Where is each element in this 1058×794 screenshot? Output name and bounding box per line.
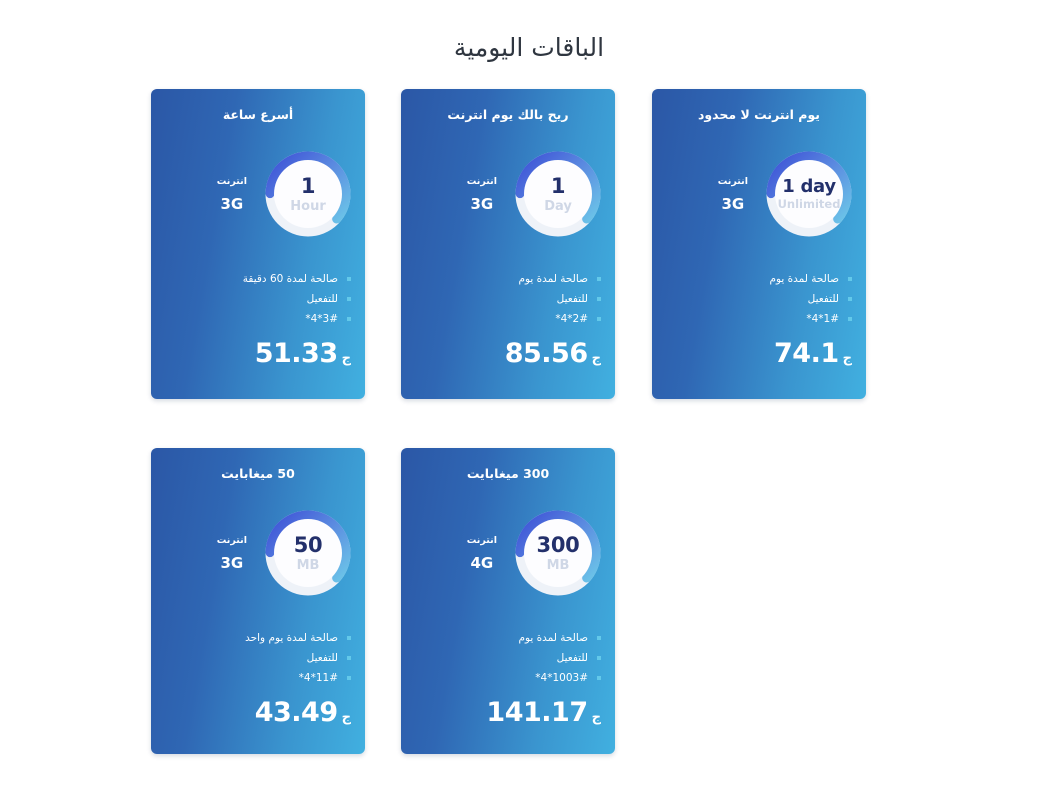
package-card[interactable]: 300 ميغابايت 300 MB انترنت 4G صالحة لمدة… bbox=[401, 448, 615, 754]
speed-value: 3G bbox=[220, 194, 244, 213]
feature-item: صالحة لمدة 60 دقيقة bbox=[165, 269, 351, 289]
feature-list: صالحة لمدة يوم للتفعيل *4*1003# bbox=[401, 602, 615, 688]
daily-packages-page: الباقات اليومية يوم انترنت لا محدود 1 da… bbox=[0, 0, 1058, 794]
package-title: ريح بالك يوم انترنت bbox=[447, 107, 569, 122]
gauge-value: 300 bbox=[536, 532, 580, 557]
feature-list: صالحة لمدة يوم للتفعيل *4*2# bbox=[401, 243, 615, 329]
gauge-unit: MB bbox=[546, 557, 570, 573]
gauge-value: 50 bbox=[293, 532, 323, 557]
usage-gauge: 1 Hour bbox=[265, 151, 351, 237]
speed-block: انترنت 3G bbox=[467, 176, 497, 213]
feature-item: صالحة لمدة يوم واحد bbox=[165, 628, 351, 648]
price-row: ج 85.56 bbox=[401, 329, 615, 369]
gauge-center: 1 Day bbox=[524, 160, 592, 228]
speed-value: 3G bbox=[220, 553, 244, 572]
package-card[interactable]: ريح بالك يوم انترنت 1 Day انترنت 3G صالح… bbox=[401, 89, 615, 399]
feature-list: صالحة لمدة يوم للتفعيل *4*1# bbox=[652, 243, 866, 329]
package-title: 50 ميغابايت bbox=[221, 466, 295, 481]
feature-item: صالحة لمدة يوم bbox=[415, 628, 601, 648]
price-amount: 85.56 bbox=[504, 338, 588, 369]
usage-gauge: 1 Day bbox=[515, 151, 601, 237]
feature-item: للتفعيل bbox=[165, 289, 351, 309]
package-gauge-row: 1 day Unlimited انترنت 3G bbox=[652, 123, 866, 243]
usage-gauge: 1 day Unlimited bbox=[766, 151, 852, 237]
price-amount: 74.1 bbox=[774, 338, 839, 369]
speed-label: انترنت bbox=[466, 534, 497, 546]
package-gauge-row: 1 Day انترنت 3G bbox=[401, 123, 615, 243]
speed-label: انترنت bbox=[216, 534, 247, 546]
price-currency: ج bbox=[842, 351, 852, 366]
speed-block: انترنت 3G bbox=[718, 176, 748, 213]
feature-item: للتفعيل bbox=[415, 648, 601, 668]
speed-value: 3G bbox=[470, 194, 494, 213]
gauge-value: 1 bbox=[300, 173, 316, 198]
feature-item: للتفعيل bbox=[165, 648, 351, 668]
gauge-unit: Day bbox=[544, 198, 572, 214]
feature-list: صالحة لمدة يوم واحد للتفعيل *4*11# bbox=[151, 602, 365, 688]
speed-value: 3G bbox=[721, 194, 745, 213]
feature-item: للتفعيل bbox=[415, 289, 601, 309]
package-gauge-row: 50 MB انترنت 3G bbox=[151, 482, 365, 602]
price-currency: ج bbox=[341, 351, 351, 366]
price-row: ج 51.33 bbox=[151, 329, 365, 369]
feature-item: صالحة لمدة يوم bbox=[666, 269, 852, 289]
feature-item-ussd-code: *4*1003# bbox=[415, 668, 601, 688]
feature-item-ussd-code: *4*11# bbox=[165, 668, 351, 688]
packages-grid: يوم انترنت لا محدود 1 day Unlimited انتر… bbox=[151, 89, 866, 754]
package-gauge-row: 300 MB انترنت 4G bbox=[401, 482, 615, 602]
gauge-center: 1 day Unlimited bbox=[775, 160, 843, 228]
page-title: الباقات اليومية bbox=[453, 32, 605, 62]
gauge-unit: Hour bbox=[290, 198, 326, 214]
package-card[interactable]: يوم انترنت لا محدود 1 day Unlimited انتر… bbox=[652, 89, 866, 399]
feature-item-ussd-code: *4*3# bbox=[165, 309, 351, 329]
usage-gauge: 300 MB bbox=[515, 510, 601, 596]
gauge-value: 1 bbox=[550, 173, 566, 198]
gauge-value: 1 day bbox=[782, 175, 836, 197]
feature-item: للتفعيل bbox=[666, 289, 852, 309]
feature-item-ussd-code: *4*1# bbox=[666, 309, 852, 329]
price-amount: 43.49 bbox=[254, 697, 338, 728]
gauge-center: 50 MB bbox=[274, 519, 342, 587]
speed-block: انترنت 4G bbox=[467, 535, 497, 572]
speed-label: انترنت bbox=[216, 175, 247, 187]
package-title: يوم انترنت لا محدود bbox=[698, 107, 820, 122]
feature-item: صالحة لمدة يوم bbox=[415, 269, 601, 289]
price-row: ج 141.17 bbox=[401, 688, 615, 728]
gauge-unit: Unlimited bbox=[777, 196, 841, 211]
gauge-unit: MB bbox=[296, 557, 320, 573]
package-card[interactable]: 50 ميغابايت 50 MB انترنت 3G صالحة لمدة ي… bbox=[151, 448, 365, 754]
gauge-center: 300 MB bbox=[524, 519, 592, 587]
price-currency: ج bbox=[591, 351, 601, 366]
speed-label: انترنت bbox=[717, 175, 748, 187]
speed-value: 4G bbox=[470, 553, 494, 572]
package-card[interactable]: أسرع ساعة 1 Hour انترنت 3G صالحة لمدة 60… bbox=[151, 89, 365, 399]
speed-label: انترنت bbox=[466, 175, 497, 187]
gauge-center: 1 Hour bbox=[274, 160, 342, 228]
price-row: ج 74.1 bbox=[652, 329, 866, 369]
usage-gauge: 50 MB bbox=[265, 510, 351, 596]
price-amount: 51.33 bbox=[254, 338, 338, 369]
price-amount: 141.17 bbox=[486, 697, 588, 728]
package-gauge-row: 1 Hour انترنت 3G bbox=[151, 123, 365, 243]
package-title: أسرع ساعة bbox=[222, 107, 294, 122]
speed-block: انترنت 3G bbox=[217, 176, 247, 213]
speed-block: انترنت 3G bbox=[217, 535, 247, 572]
price-currency: ج bbox=[341, 710, 351, 725]
price-currency: ج bbox=[591, 710, 601, 725]
package-title: 300 ميغابايت bbox=[466, 466, 550, 481]
feature-list: صالحة لمدة 60 دقيقة للتفعيل *4*3# bbox=[151, 243, 365, 329]
price-row: ج 43.49 bbox=[151, 688, 365, 728]
feature-item-ussd-code: *4*2# bbox=[415, 309, 601, 329]
